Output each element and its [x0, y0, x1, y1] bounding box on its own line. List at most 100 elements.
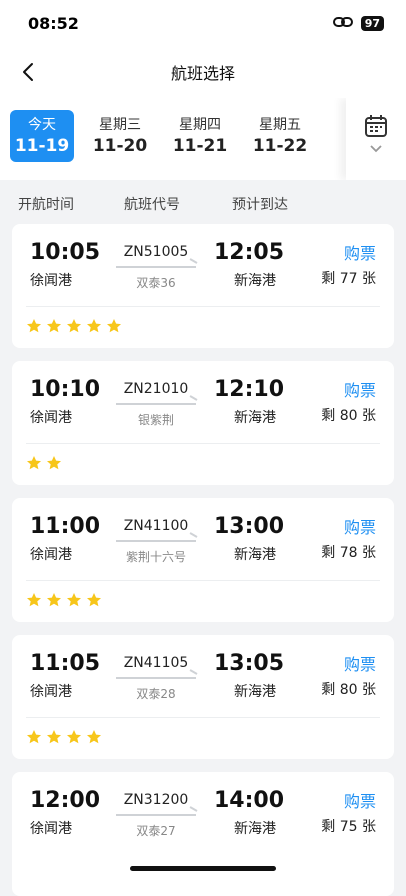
- flight-number: ZN51005: [123, 244, 189, 260]
- depart-time: 11:00: [30, 514, 101, 539]
- column-arrive: 预计到达: [232, 197, 288, 213]
- star-icon: [27, 730, 41, 744]
- flight-number: ZN21010: [123, 381, 189, 397]
- star-icon: [107, 319, 121, 333]
- date-value: 11-21: [172, 136, 228, 156]
- depart-port: 徐闻港: [30, 410, 72, 426]
- buy-ticket-button[interactable]: 购票: [344, 377, 376, 401]
- remaining-tickets: 剩 80 张: [321, 682, 376, 698]
- page-title: 航班选择: [170, 64, 235, 83]
- vessel-name: 双泰27: [136, 824, 176, 838]
- arrive-time: 12:05: [214, 240, 285, 265]
- star-icon: [27, 456, 41, 470]
- vessel-name: 双泰28: [136, 687, 176, 701]
- star-rating: [26, 729, 102, 745]
- star-icon: [67, 730, 81, 744]
- star-icon: [87, 319, 101, 333]
- route-arrow: [116, 814, 196, 816]
- flight-card[interactable]: 11:00 徐闻港 ZN41100 紫荆十六号 13:00 新海港 购票 剩 7…: [12, 498, 394, 622]
- route-arrow: [116, 403, 196, 405]
- divider: [26, 580, 380, 581]
- chevron-left-icon: [23, 63, 33, 81]
- flight-card[interactable]: 11:05 徐闻港 ZN41105 双泰28 13:05 新海港 购票 剩 80…: [12, 635, 394, 759]
- flight-card[interactable]: 12:00 徐闻港 ZN31200 双泰27 14:00 新海港 购票 剩 75…: [12, 772, 394, 896]
- depart-time: 10:10: [30, 377, 101, 402]
- calendar-button[interactable]: [346, 98, 406, 180]
- column-depart: 开航时间: [18, 197, 74, 213]
- date-tab-3[interactable]: 星期五 11-22: [248, 110, 312, 162]
- date-weekday: 今天: [28, 117, 56, 133]
- arrive-port: 新海港: [234, 684, 276, 700]
- vessel-name: 双泰36: [136, 276, 176, 290]
- back-button[interactable]: [10, 54, 46, 90]
- status-time: 08:52: [28, 13, 79, 33]
- buy-ticket-button[interactable]: 购票: [344, 240, 376, 264]
- buy-ticket-button[interactable]: 购票: [344, 514, 376, 538]
- divider: [26, 443, 380, 444]
- date-tab-2[interactable]: 星期四 11-21: [168, 110, 232, 162]
- route-arrow: [116, 540, 196, 542]
- calendar-icon: [365, 115, 387, 137]
- star-icon: [47, 319, 61, 333]
- depart-time: 10:05: [30, 240, 101, 265]
- date-tab-1[interactable]: 星期三 11-20: [88, 110, 152, 162]
- date-weekday: 星期五: [259, 117, 301, 133]
- buy-ticket-button[interactable]: 购票: [344, 651, 376, 675]
- star-icon: [27, 593, 41, 607]
- column-flight: 航班代号: [124, 197, 180, 213]
- date-value: 11-22: [252, 136, 308, 156]
- star-icon: [87, 593, 101, 607]
- arrive-port: 新海港: [234, 821, 276, 837]
- star-rating: [26, 455, 62, 471]
- star-rating: [26, 592, 102, 608]
- flight-card[interactable]: 10:10 徐闻港 ZN21010 银紫荆 12:10 新海港 购票 剩 80 …: [12, 361, 394, 485]
- flight-card[interactable]: 10:05 徐闻港 ZN51005 双泰36 12:05 新海港 购票 剩 77…: [12, 224, 394, 348]
- star-icon: [47, 456, 61, 470]
- depart-time: 11:05: [30, 651, 101, 676]
- date-selector: 今天 11-19 星期三 11-20 星期四 11-21 星期五 11-22 星…: [0, 98, 406, 180]
- arrive-time: 13:00: [214, 514, 285, 539]
- buy-ticket-button[interactable]: 购票: [344, 788, 376, 812]
- date-value: 11-20: [92, 136, 148, 156]
- arrive-time: 14:00: [214, 788, 285, 813]
- divider: [26, 306, 380, 307]
- arrive-port: 新海港: [234, 273, 276, 289]
- depart-port: 徐闻港: [30, 684, 72, 700]
- star-rating: [26, 318, 122, 334]
- chevron-down-icon: [370, 145, 382, 153]
- remaining-tickets: 剩 78 张: [321, 545, 376, 561]
- vessel-name: 紫荆十六号: [125, 550, 186, 564]
- route-arrow: [116, 266, 196, 268]
- home-indicator[interactable]: [130, 866, 276, 871]
- star-icon: [67, 593, 81, 607]
- status-bar: 08:52 97: [0, 0, 406, 46]
- star-icon: [87, 730, 101, 744]
- depart-port: 徐闻港: [30, 821, 72, 837]
- star-icon: [67, 319, 81, 333]
- depart-time: 12:00: [30, 788, 101, 813]
- arrive-time: 12:10: [214, 377, 285, 402]
- remaining-tickets: 剩 80 张: [321, 408, 376, 424]
- remaining-tickets: 剩 77 张: [321, 271, 376, 287]
- date-weekday: 星期四: [179, 117, 221, 133]
- arrive-port: 新海港: [234, 547, 276, 563]
- date-tab-0[interactable]: 今天 11-19: [10, 110, 74, 162]
- nav-header: 航班选择: [0, 46, 406, 98]
- date-value: 11-19: [14, 136, 70, 156]
- flight-number: ZN31200: [123, 792, 189, 808]
- remaining-tickets: 剩 75 张: [321, 819, 376, 835]
- status-indicators: 97: [332, 14, 384, 33]
- flight-number: ZN41105: [123, 655, 189, 671]
- arrive-time: 13:05: [214, 651, 285, 676]
- star-icon: [47, 730, 61, 744]
- date-weekday: 星期三: [99, 117, 141, 133]
- column-header: 开航时间 航班代号 预计到达: [0, 180, 406, 224]
- flight-number: ZN41100: [123, 518, 189, 534]
- depart-port: 徐闻港: [30, 273, 72, 289]
- divider: [26, 717, 380, 718]
- link-icon: [332, 14, 353, 33]
- star-icon: [27, 319, 41, 333]
- battery-indicator: 97: [360, 15, 384, 31]
- depart-port: 徐闻港: [30, 547, 72, 563]
- star-icon: [47, 593, 61, 607]
